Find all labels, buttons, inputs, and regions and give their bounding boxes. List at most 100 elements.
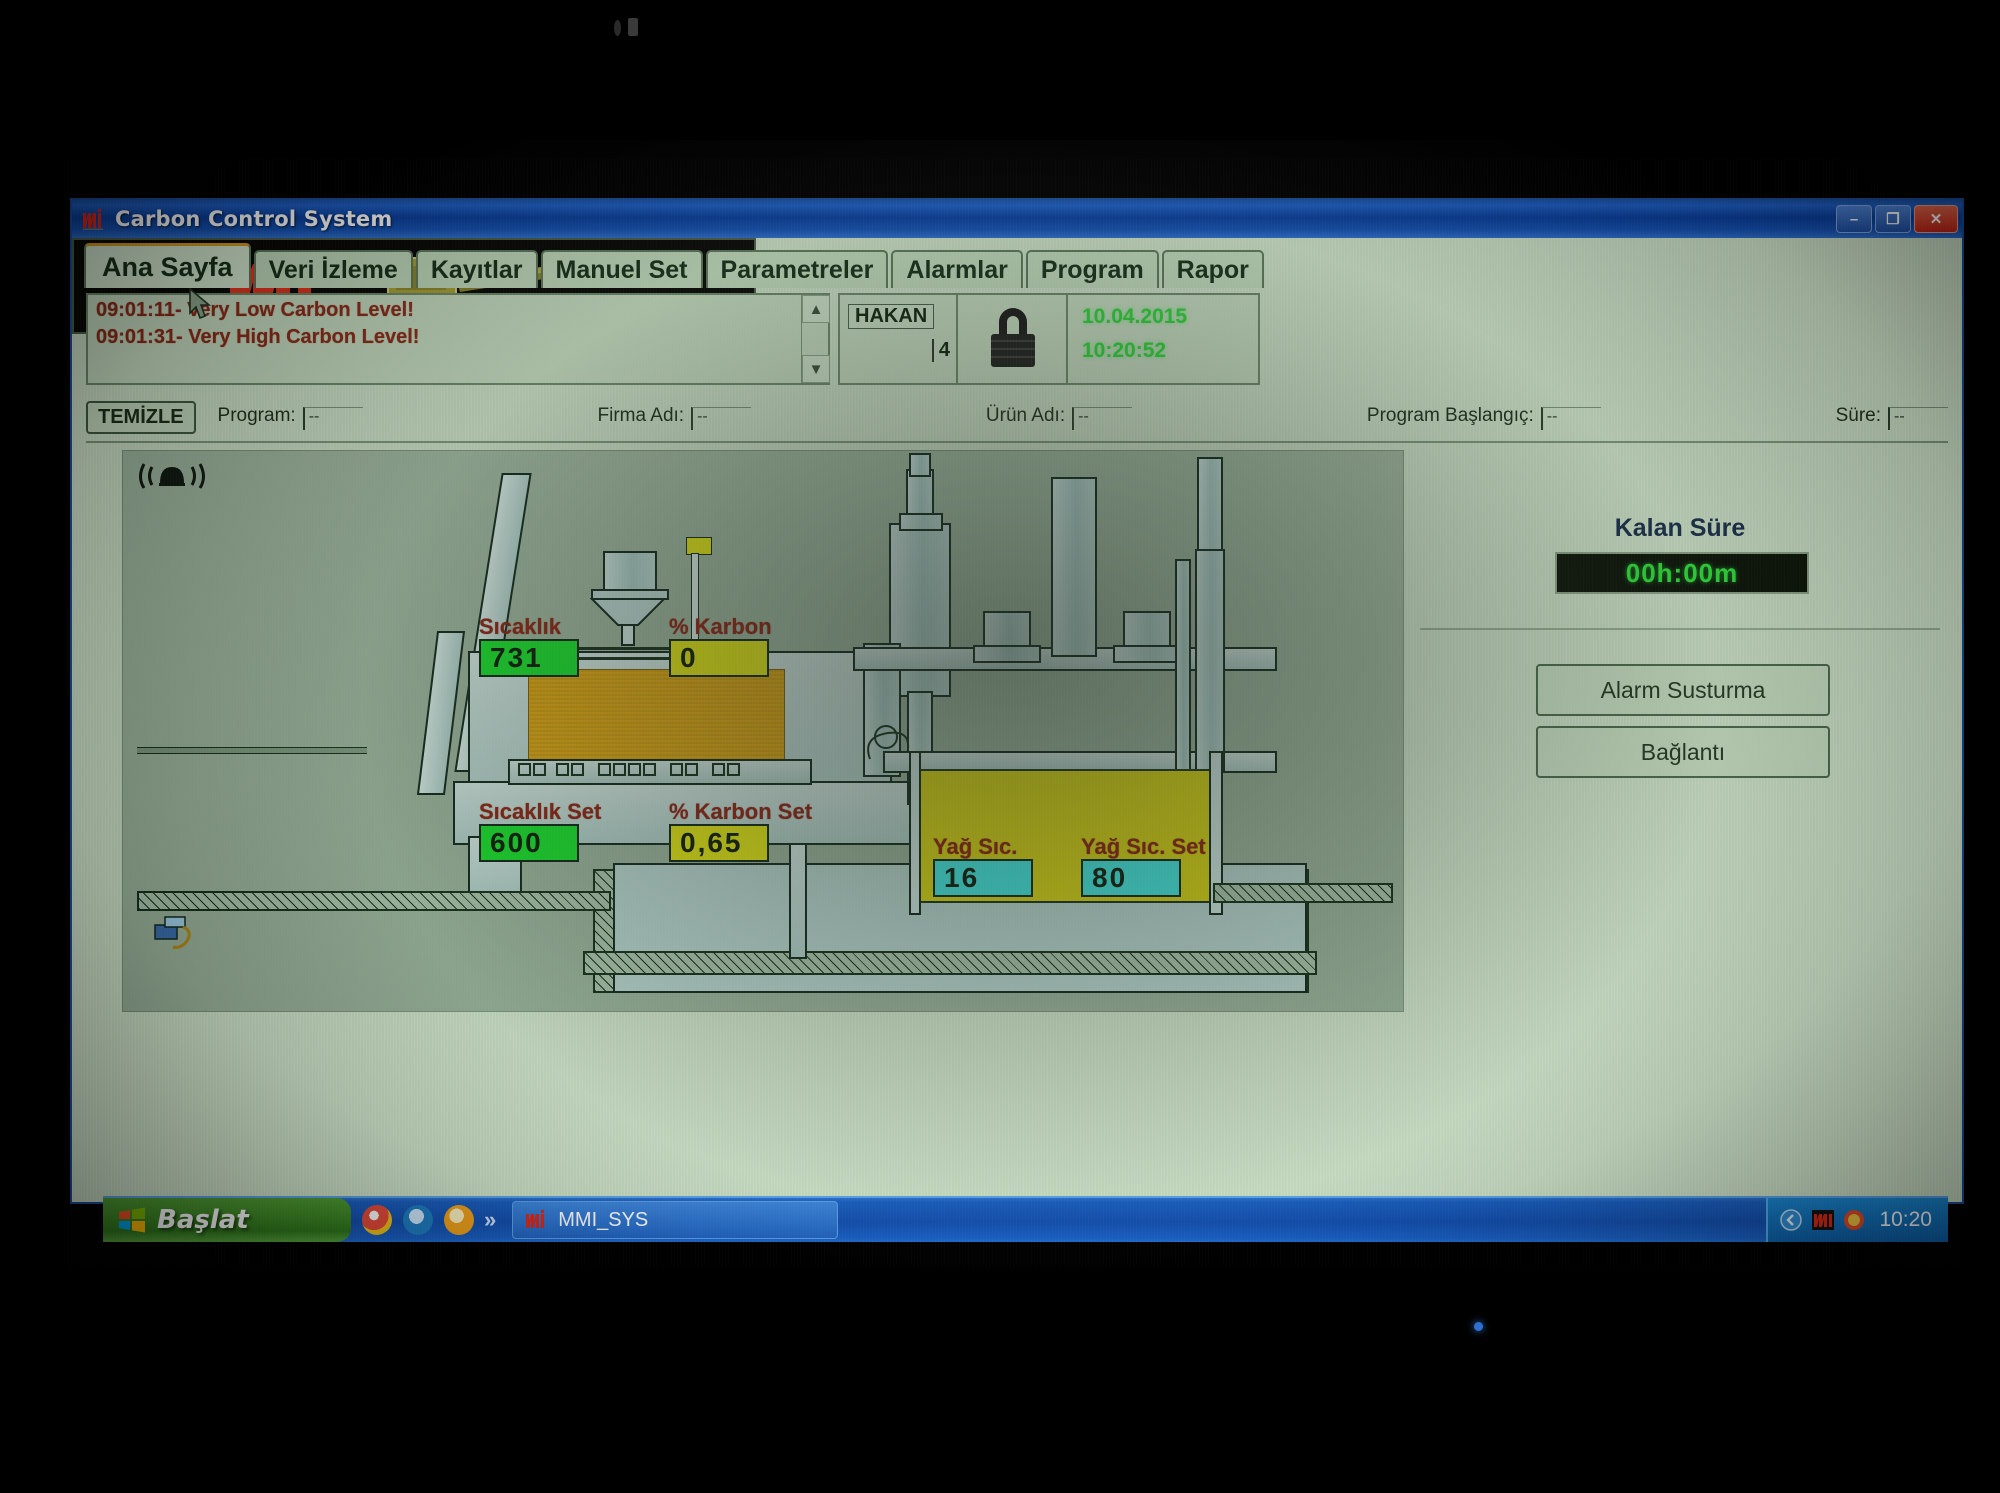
tab-veri-izleme[interactable]: Veri İzleme	[253, 250, 413, 288]
system-date: 10.04.2015	[1082, 305, 1188, 328]
field-program-baslangic-label: Program Başlangıç:	[1366, 404, 1534, 426]
start-button[interactable]: Başlat	[103, 1198, 351, 1242]
restore-button[interactable]: ❐	[1875, 205, 1911, 233]
exhaust-stack	[1051, 477, 1097, 657]
readout-temperature-label: Sıcaklık	[479, 614, 561, 639]
field-program-value[interactable]: --	[302, 406, 363, 430]
connection-button[interactable]: Bağlantı	[1536, 726, 1830, 778]
readout-oil-temp-value[interactable]: 16	[933, 859, 1033, 898]
tray-volume-icon[interactable]	[1843, 1209, 1865, 1231]
media-player-icon[interactable]	[444, 1205, 474, 1235]
system-tray: 10:20	[1766, 1198, 1948, 1242]
motor-unit	[1123, 611, 1171, 649]
alarm-bell-icon	[139, 463, 205, 489]
ground-line-right	[1213, 883, 1393, 903]
readout-temperature: Sıcaklık 731	[479, 614, 579, 678]
user-level: 4	[931, 339, 950, 362]
user-panel: HAKAN 4	[838, 293, 960, 385]
vent-pipe-lower	[1195, 549, 1225, 773]
field-program-label: Program:	[217, 404, 296, 426]
tab-bar: Ana Sayfa Veri İzleme Kayıtlar Manuel Se…	[84, 243, 1267, 288]
field-firma-adi-label: Firma Adı:	[597, 404, 685, 426]
tray-clock[interactable]: 10:20	[1879, 1208, 1932, 1232]
window-title: Carbon Control System	[115, 207, 393, 231]
readout-temperature-set-value[interactable]: 600	[479, 824, 579, 863]
info-bar: TEMİZLE Program: -- Firma Adı: -- Ürün A…	[86, 396, 1949, 438]
remaining-time-value: 00h:00m	[1625, 557, 1739, 588]
tab-rapor[interactable]: Rapor	[1161, 250, 1264, 288]
scroll-down-icon[interactable]: ▼	[802, 355, 830, 383]
hot-charge-material	[528, 669, 785, 763]
elevator-rod-top	[909, 453, 931, 477]
motor-base	[1113, 645, 1181, 663]
motor-base	[973, 645, 1041, 663]
field-program-baslangic-value[interactable]: --	[1540, 406, 1601, 430]
tab-kayitlar[interactable]: Kayıtlar	[415, 250, 538, 288]
readout-oil-temp-label: Yağ Sıc.	[933, 834, 1018, 859]
padlock-icon[interactable]	[958, 295, 1068, 379]
windows-taskbar: Başlat » MMI_SYS 10:20	[103, 1196, 1948, 1242]
fan-blade-icon	[589, 598, 667, 646]
readout-temperature-value[interactable]: 731	[479, 639, 579, 678]
field-urun-adi: Ürün Adı: --	[985, 404, 1133, 430]
task-button-mmi-sys[interactable]: MMI_SYS	[512, 1201, 839, 1239]
tank-wall-left	[909, 751, 921, 915]
alarm-silence-button[interactable]: Alarm Susturma	[1536, 664, 1830, 716]
app-logo-icon	[82, 208, 106, 230]
field-urun-adi-value[interactable]: --	[1072, 406, 1133, 430]
tab-alarmlar[interactable]: Alarmlar	[891, 250, 1023, 288]
status-side-panel: Kalan Süre 00h:00m Alarm Susturma Bağlan…	[1420, 468, 1940, 1008]
start-button-label: Başlat	[157, 1205, 249, 1235]
readout-oil-temp-set-label: Yağ Sıc. Set	[1081, 834, 1206, 859]
readout-oil-temp-set-value[interactable]: 80	[1081, 859, 1181, 898]
tray-mmi-icon[interactable]	[1812, 1210, 1835, 1230]
tab-program[interactable]: Program	[1025, 250, 1159, 288]
field-urun-adi-label: Ürün Adı:	[985, 404, 1066, 426]
field-sure-value[interactable]: --	[1888, 406, 1949, 430]
lock-panel[interactable]	[956, 293, 1070, 385]
motor-unit	[983, 611, 1031, 649]
close-button[interactable]: ✕	[1914, 205, 1958, 233]
task-button-label: MMI_SYS	[558, 1208, 649, 1231]
bezel-speck	[628, 18, 638, 36]
readout-temperature-set-label: Sıcaklık Set	[479, 799, 602, 824]
divider	[86, 441, 1948, 443]
readout-carbon-set-value[interactable]: 0,65	[669, 824, 769, 863]
application-window: Carbon Control System – ❐ ✕ Ana Sayfa Ve…	[70, 198, 1964, 1204]
window-client-area: Ana Sayfa Veri İzleme Kayıtlar Manuel Se…	[72, 238, 1962, 1202]
elevator-collar	[899, 513, 943, 531]
readout-carbon-value[interactable]: 0	[669, 639, 769, 678]
minimize-button[interactable]: –	[1836, 205, 1872, 233]
window-title-bar: Carbon Control System – ❐ ✕	[72, 200, 1962, 238]
quench-hook-icon	[867, 725, 910, 760]
field-sure-label: Süre:	[1835, 404, 1882, 426]
oil-surface	[913, 769, 1217, 787]
tab-manuel-set[interactable]: Manuel Set	[540, 250, 703, 288]
scroll-up-icon[interactable]: ▲	[802, 295, 830, 323]
datetime-panel: 10.04.2015 10:20:52	[1066, 293, 1260, 385]
pump-unit-icon	[154, 916, 191, 949]
clear-button[interactable]: TEMİZLE	[86, 400, 196, 434]
mmi-task-icon	[526, 1210, 545, 1228]
furnace-mimic-diagram: Sıcaklık 731 % Karbon 0 Sıcaklık Set 600…	[122, 450, 1404, 1012]
tab-ana-sayfa[interactable]: Ana Sayfa	[84, 243, 251, 288]
mouse-cursor-icon	[189, 288, 212, 320]
chrome-icon[interactable]	[362, 1205, 392, 1235]
readout-carbon: % Karbon 0	[669, 615, 772, 678]
alarm-scrollbar[interactable]: ▲ ▼	[801, 295, 830, 383]
internet-explorer-icon[interactable]	[403, 1205, 433, 1235]
readout-carbon-set-label: % Karbon Set	[669, 799, 813, 824]
tab-parametreler[interactable]: Parametreler	[705, 250, 889, 288]
field-program: Program: --	[218, 405, 363, 430]
monitor-photo: Carbon Control System – ❐ ✕ Ana Sayfa Ve…	[0, 0, 2000, 1493]
alarm-entry: 09:01:31- Very High Carbon Level!	[96, 326, 420, 348]
field-firma-adi: Firma Adı: --	[598, 405, 752, 430]
readout-carbon-set: % Karbon Set 0,65	[669, 799, 813, 863]
side-panel-divider	[1420, 628, 1940, 630]
user-name: HAKAN	[848, 304, 935, 329]
pit-floor	[583, 951, 1317, 975]
field-firma-adi-value[interactable]: --	[691, 406, 752, 430]
quicklaunch-overflow-icon[interactable]: »	[484, 1207, 496, 1233]
tray-chevron-icon[interactable]	[1780, 1209, 1803, 1231]
readout-temperature-set: Sıcaklık Set 600	[479, 799, 602, 863]
